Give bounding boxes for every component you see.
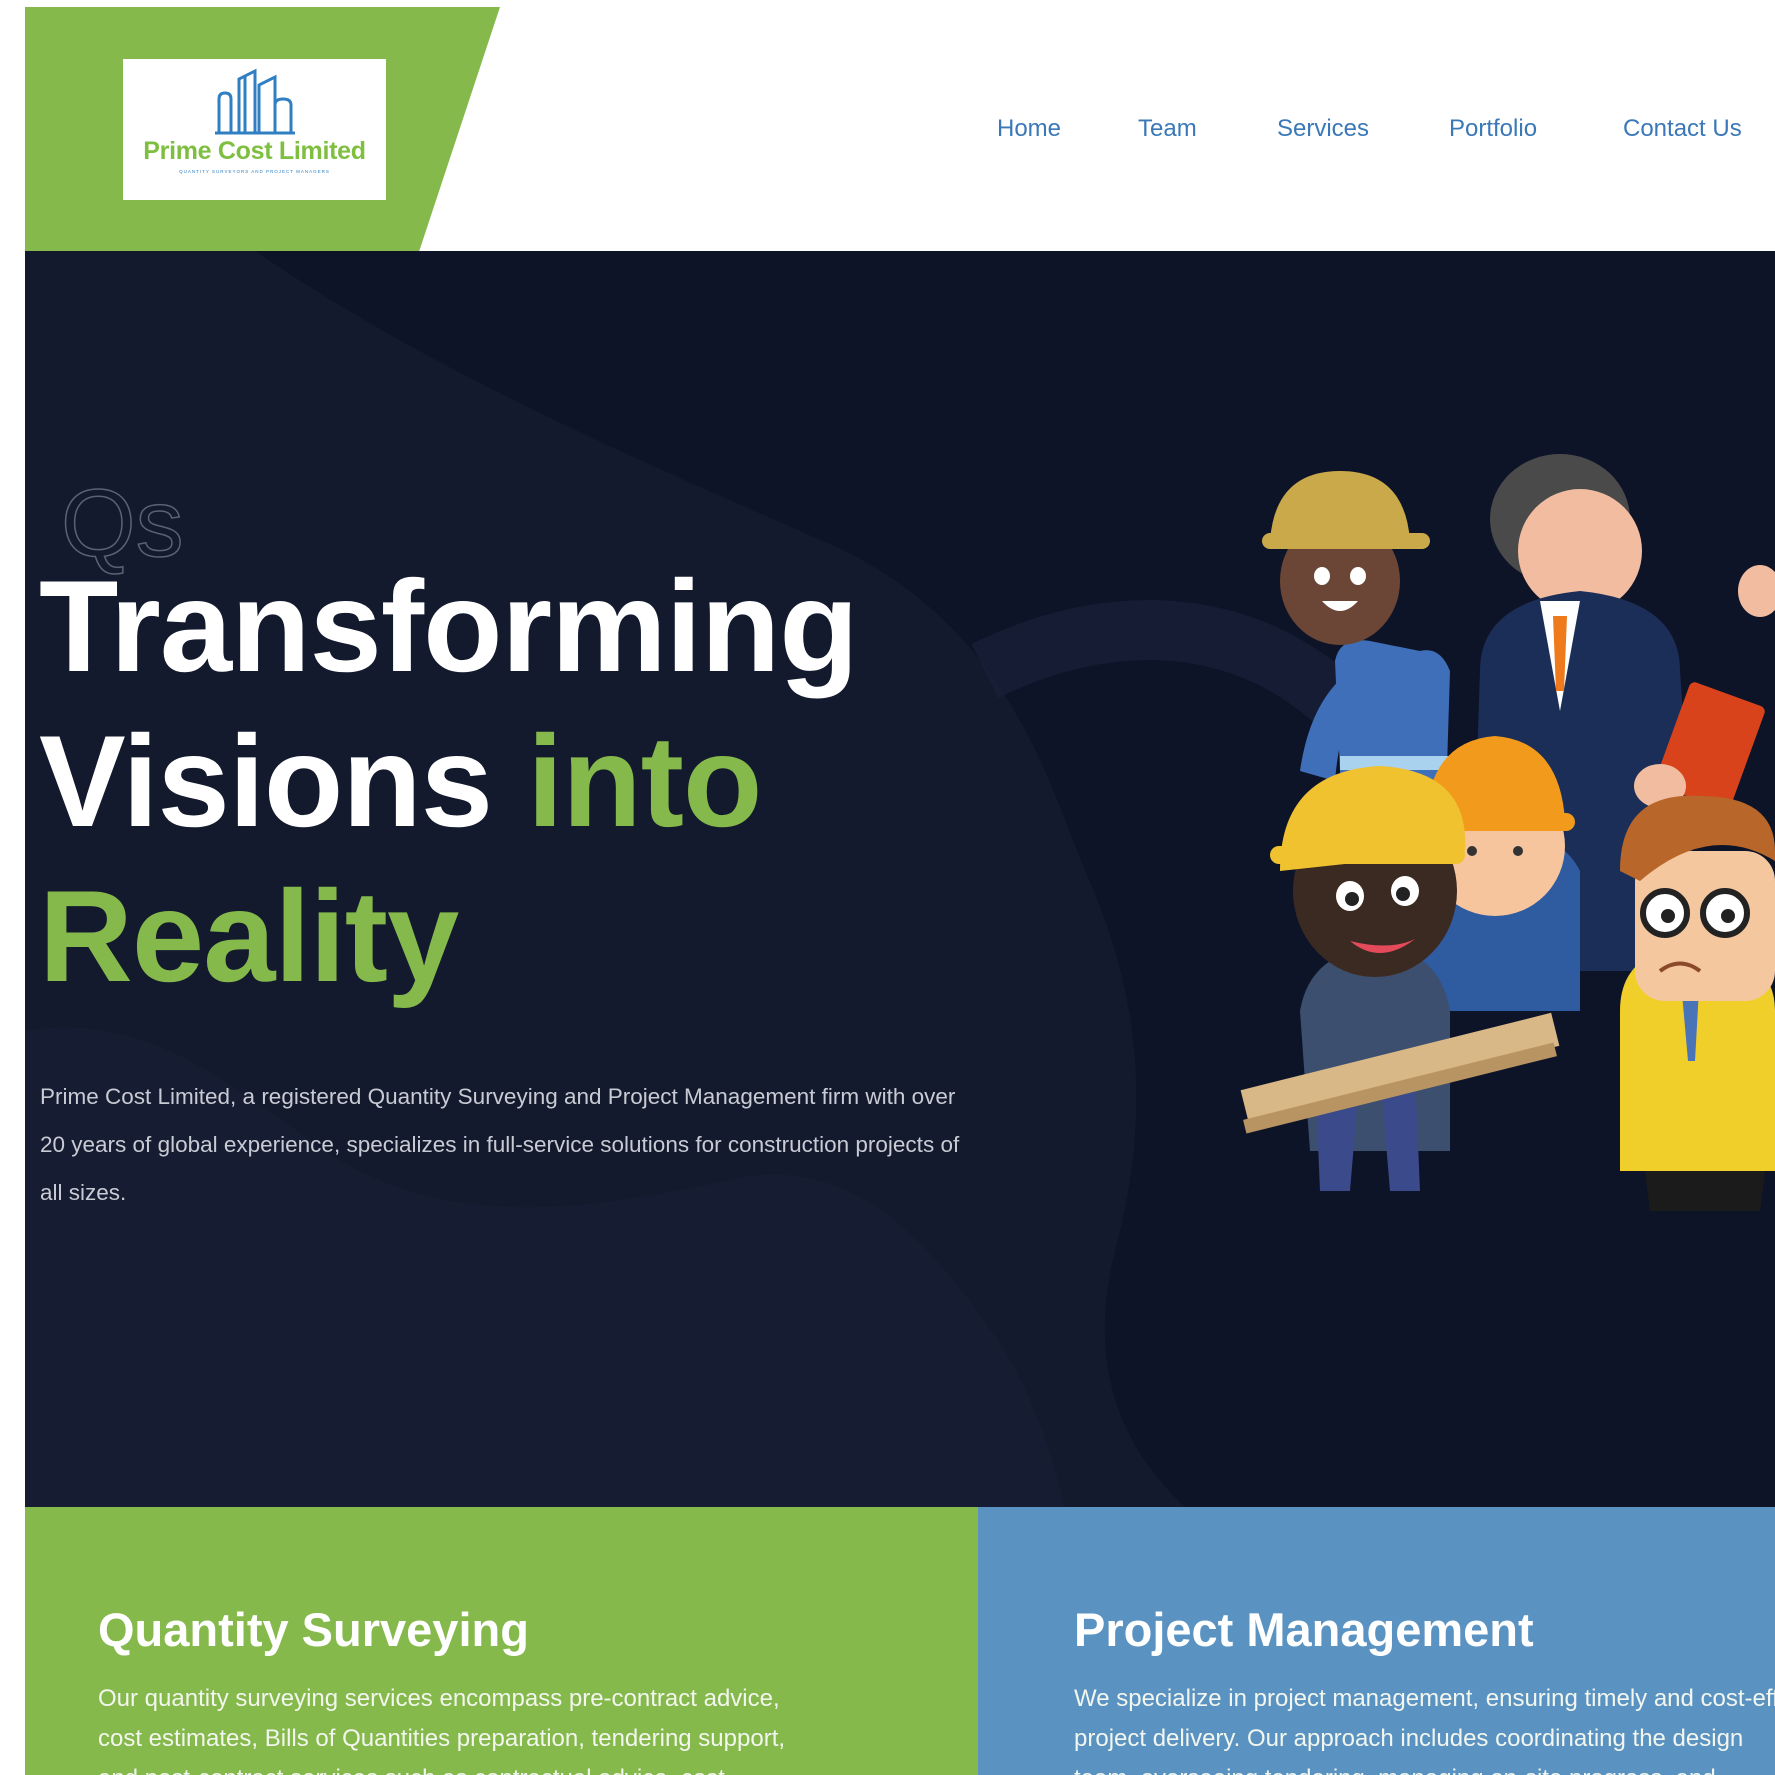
nav-portfolio[interactable]: Portfolio xyxy=(1449,115,1537,143)
service-description-line: cost estimates, Bills of Quantities prep… xyxy=(98,1725,786,1752)
service-card-quantity-surveying[interactable]: Quantity Surveying Our quantity surveyin… xyxy=(25,1507,978,1775)
glasses-man-figure xyxy=(1620,795,1775,1211)
hero-title-line2-green: into xyxy=(527,708,762,854)
service-description: Our quantity surveying services encompas… xyxy=(98,1679,785,1775)
service-title: Quantity Surveying xyxy=(98,1603,529,1656)
service-title: Project Management xyxy=(1074,1603,1534,1656)
service-description-line: We specialize in project management, ens… xyxy=(1074,1685,1775,1712)
nav-contact-us[interactable]: Contact Us xyxy=(1623,115,1742,143)
hero-title: Transforming Visions into Reality xyxy=(39,549,939,1014)
nav-services[interactable]: Services xyxy=(1277,115,1369,143)
construction-team-illustration xyxy=(1240,454,1775,1211)
hero-title-line3: Reality xyxy=(39,863,459,1009)
logo[interactable]: Prime Cost Limited QUANTITY SURVEYORS AN… xyxy=(123,59,386,200)
service-description-line: project delivery. Our approach includes … xyxy=(1074,1725,1744,1752)
logo-name: Prime Cost Limited xyxy=(143,137,366,165)
buildings-outline-icon xyxy=(214,68,295,135)
logo-tagline: QUANTITY SURVEYORS AND PROJECT MANAGERS xyxy=(179,169,330,174)
nav-team[interactable]: Team xyxy=(1138,115,1197,143)
site-header: Prime Cost Limited QUANTITY SURVEYORS AN… xyxy=(25,7,1775,251)
hero-description: Prime Cost Limited, a registered Quantit… xyxy=(40,1084,960,1205)
nav-home[interactable]: Home xyxy=(997,115,1061,143)
service-description-line: Our quantity surveying services encompas… xyxy=(98,1685,780,1712)
service-card-project-management[interactable]: Project Management We specialize in proj… xyxy=(978,1507,1775,1775)
service-description-line: and post-contract services such as contr… xyxy=(98,1765,725,1775)
service-description: We specialize in project management, ens… xyxy=(1074,1679,1775,1775)
hero-title-line2-white: Visions xyxy=(39,708,493,854)
hero-section: Qs Transforming Visions into Reality Pri… xyxy=(25,251,1775,1507)
service-description-line: team, overseeing tendering, managing on-… xyxy=(1074,1765,1716,1775)
hero-title-line1: Transforming xyxy=(39,553,859,699)
